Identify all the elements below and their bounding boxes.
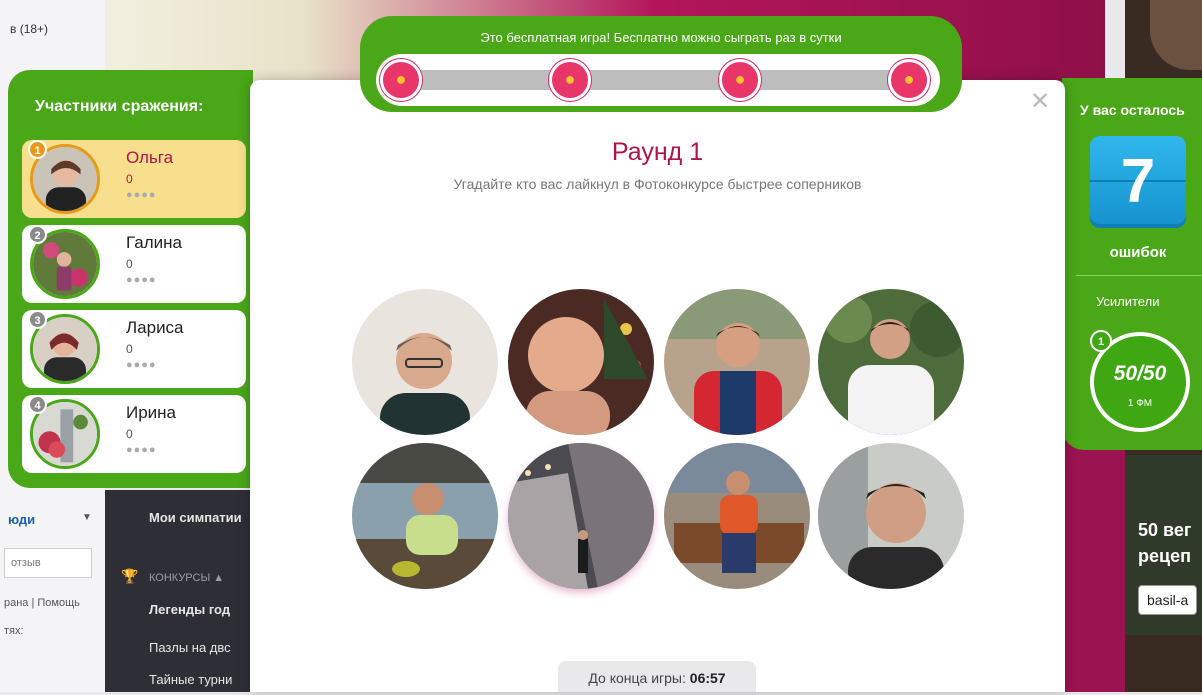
participants-panel: Участники сражения: 1 Ольга 0 ●●●● 2 Гал… <box>8 70 253 488</box>
person-icon: ● <box>903 69 915 89</box>
timer-value: 06:57 <box>689 670 726 686</box>
close-icon[interactable]: ✕ <box>1030 90 1050 114</box>
person-icons: ●●●● <box>126 359 157 371</box>
nav-contests-header[interactable]: КОНКУРСЫ ▲ <box>149 572 224 584</box>
rank-badge: 1 <box>28 140 47 159</box>
background-nav: Мои симпатии 🏆 КОНКУРСЫ ▲ Легенды год Па… <box>105 490 255 692</box>
person-icon: ● <box>395 69 407 89</box>
candidate-photo-7[interactable] <box>664 443 810 589</box>
booster-count-badge: 1 <box>1090 330 1112 352</box>
participants-title: Участники сражения: <box>35 98 204 115</box>
age-label: в (18+) <box>10 22 49 36</box>
candidate-photo-3[interactable] <box>664 289 810 435</box>
participant-score: 0 <box>126 342 133 356</box>
participant-score: 0 <box>126 172 133 186</box>
participant-card-4: 4 Ирина 0 ●●●● <box>22 395 246 473</box>
ad-text[interactable]: 50 вег рецеп <box>1138 517 1198 569</box>
booster-label: 50/50 <box>1113 362 1167 385</box>
candidate-photo-6[interactable] <box>508 443 654 589</box>
candidate-photo-2[interactable] <box>508 289 654 435</box>
round-title: Раунд 1 <box>611 138 704 166</box>
participant-name: Ольга <box>126 148 174 167</box>
photo-grid <box>352 289 964 591</box>
progress-node-4: ● <box>888 59 930 101</box>
participant-card-1: 1 Ольга 0 ●●●● <box>22 140 246 218</box>
review-input[interactable]: отзыв <box>4 548 92 578</box>
chevron-down-icon[interactable]: ▼ <box>82 512 92 523</box>
person-icon: ● <box>564 69 576 89</box>
round-subtitle: Угадайте кто вас лайкнул в Фотоконкурсе … <box>453 176 862 192</box>
boosters-label: Усилители <box>1096 294 1160 309</box>
trophy-icon: 🏆 <box>121 568 139 584</box>
participant-name: Лариса <box>126 318 184 337</box>
errors-count: 7 <box>1120 147 1156 216</box>
participant-name: Галина <box>126 233 182 252</box>
errors-label: У вас осталось <box>1080 102 1185 118</box>
rank-badge: 2 <box>28 225 47 244</box>
nav-puzzles[interactable]: Пазлы на двс <box>149 640 231 655</box>
progress-track-line <box>400 70 912 90</box>
participant-card-3: 3 Лариса 0 ●●●● <box>22 310 246 388</box>
rank-badge: 3 <box>28 310 47 329</box>
candidate-photo-1[interactable] <box>352 289 498 435</box>
footer-links[interactable]: рана | Помощь <box>4 597 80 609</box>
people-link[interactable]: юди <box>8 512 35 527</box>
ad-link[interactable]: basil-a <box>1138 585 1198 615</box>
candidate-photo-4[interactable] <box>818 289 964 435</box>
footer-links-2: тях: <box>4 625 24 637</box>
divider <box>1076 275 1202 276</box>
nav-secret-tournaments[interactable]: Тайные турни <box>149 672 232 687</box>
free-game-notice: Это бесплатная игра! Бесплатно можно сыг… <box>480 30 842 45</box>
candidate-photo-8[interactable] <box>818 443 964 589</box>
participant-card-2: 2 Галина 0 ●●●● <box>22 225 246 303</box>
nav-legends[interactable]: Легенды год <box>149 602 230 617</box>
game-timer: До конца игры: 06:57 <box>558 661 756 692</box>
timer-label: До конца игры: <box>588 670 686 686</box>
progress-node-3: ● <box>719 59 761 101</box>
person-icons: ●●●● <box>126 444 157 456</box>
person-icons: ●●●● <box>126 274 157 286</box>
progress-node-1: ● <box>380 59 422 101</box>
progress-node-2: ● <box>549 59 591 101</box>
errors-word: ошибок <box>1109 244 1167 261</box>
participant-score: 0 <box>126 427 133 441</box>
nav-my-likes[interactable]: Мои симпатии <box>149 510 242 525</box>
person-icon: ● <box>734 69 746 89</box>
candidate-photo-5[interactable] <box>352 443 498 589</box>
booster-cost: 1 ФМ <box>1127 398 1153 409</box>
rank-badge: 4 <box>28 395 47 414</box>
participant-name: Ирина <box>126 403 177 422</box>
person-icons: ●●●● <box>126 189 157 201</box>
participant-score: 0 <box>126 257 133 271</box>
